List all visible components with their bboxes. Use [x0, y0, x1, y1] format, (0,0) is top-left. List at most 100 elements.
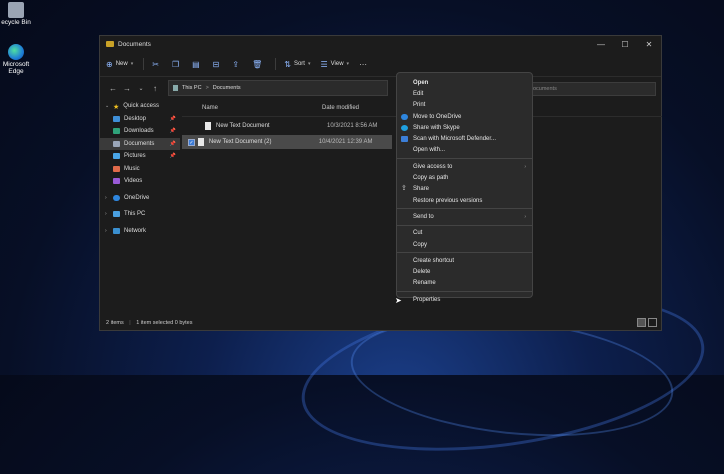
chevron-right-icon: › — [105, 227, 107, 234]
title-bar[interactable]: Documents — ☐ ✕ — [100, 36, 661, 52]
paste-button[interactable]: ▤ — [192, 60, 203, 69]
column-date-modified[interactable]: Date modified — [312, 105, 386, 111]
paste-icon: ▤ — [192, 59, 200, 69]
share-icon: ⇪ — [401, 185, 407, 193]
menu-item-print[interactable]: Print — [397, 100, 532, 111]
desktop-icon-edge[interactable]: Microsoft Edge — [0, 44, 32, 76]
view-label: View — [330, 61, 344, 67]
sort-button[interactable]: ⇅ Sort ▾ — [284, 60, 310, 69]
rename-icon: ⊟ — [212, 59, 220, 69]
breadcrumb-this-pc[interactable]: This PC — [182, 85, 202, 91]
status-selection: 1 item selected 0 bytes — [136, 320, 193, 326]
menu-item-open-with[interactable]: Open with... — [397, 145, 532, 156]
file-name: New Text Document — [216, 123, 270, 129]
table-row[interactable]: ✓ New Text Document (2) 10/4/2021 12:39 … — [182, 135, 392, 149]
desktop-icon-recycle-bin[interactable]: ecycle Bin — [0, 2, 32, 27]
menu-item-create-shortcut[interactable]: Create shortcut — [397, 255, 532, 266]
menu-item-give-access-to[interactable]: Give access to › — [397, 161, 532, 172]
new-button[interactable]: ⊕ New ▾ — [106, 60, 133, 69]
chevron-down-icon: ⌄ — [105, 103, 110, 110]
menu-item-restore-previous-versions[interactable]: Restore previous versions — [397, 195, 532, 206]
menu-divider — [397, 224, 532, 226]
pin-icon: 📌 — [169, 128, 176, 135]
recycle-bin-icon — [8, 2, 24, 18]
navigation-pane: ⌄ ★ Quick access Desktop 📌 Downloads 📌 D… — [100, 100, 180, 237]
chevron-right-icon: › — [105, 194, 107, 201]
share-button[interactable]: ⇪ — [232, 60, 242, 69]
sort-label: Sort — [293, 61, 305, 67]
sidebar-item-this-pc[interactable]: › This PC — [100, 208, 180, 221]
menu-item-delete[interactable]: Delete — [397, 266, 532, 277]
menu-divider — [397, 158, 532, 160]
file-name: New Text Document (2) — [208, 139, 272, 145]
breadcrumb-documents[interactable]: Documents — [213, 85, 241, 91]
menu-item-share-with-skype[interactable]: Share with Skype — [397, 122, 532, 133]
menu-item-share[interactable]: ⇪ Share — [397, 184, 532, 195]
menu-item-edit[interactable]: Edit — [397, 88, 532, 99]
cut-button[interactable]: ✂ — [152, 60, 162, 69]
sidebar-item-label: Network — [124, 227, 147, 234]
search-input[interactable]: Documents — [520, 82, 656, 96]
back-button[interactable]: ← — [106, 84, 120, 93]
skype-icon — [401, 124, 408, 131]
rename-button[interactable]: ⊟ — [213, 60, 223, 69]
forward-button[interactable]: → — [120, 84, 134, 93]
sidebar-item-music[interactable]: Music — [100, 163, 180, 176]
shield-icon — [401, 136, 408, 143]
sidebar-item-label: Documents — [124, 140, 155, 147]
sidebar-item-downloads[interactable]: Downloads 📌 — [100, 125, 180, 138]
sidebar-item-desktop[interactable]: Desktop 📌 — [100, 113, 180, 126]
menu-item-cut[interactable]: Cut — [397, 228, 532, 239]
chevron-right-icon: › — [524, 163, 526, 170]
chevron-down-icon: ▾ — [346, 61, 350, 67]
checkbox-checked-icon[interactable]: ✓ — [188, 138, 195, 146]
menu-item-scan-defender[interactable]: Scan with Microsoft Defender... — [397, 133, 532, 144]
minimize-button[interactable]: — — [589, 40, 613, 49]
address-bar[interactable]: This PC > Documents — [168, 80, 388, 96]
more-icon: ··· — [359, 59, 368, 69]
window-title: Documents — [118, 40, 151, 48]
menu-item-copy[interactable]: Copy — [397, 239, 532, 250]
menu-item-copy-as-path[interactable]: Copy as path — [397, 172, 532, 183]
sidebar-item-label: Quick access — [123, 103, 159, 110]
maximize-button[interactable]: ☐ — [613, 40, 637, 49]
breadcrumb-separator: > — [205, 85, 209, 91]
sidebar-item-videos[interactable]: Videos — [100, 175, 180, 188]
menu-item-properties[interactable]: Properties — [397, 294, 532, 305]
recent-locations-button[interactable]: ⌄ — [134, 85, 148, 92]
details-view-button[interactable] — [637, 318, 646, 327]
menu-item-send-to[interactable]: Send to › — [397, 211, 532, 222]
more-options-button[interactable]: ··· — [359, 60, 367, 69]
share-icon: ⇪ — [232, 59, 240, 69]
menu-item-rename[interactable]: Rename — [397, 278, 532, 289]
copy-button[interactable]: ❐ — [172, 60, 182, 69]
sidebar-item-label: This PC — [124, 211, 146, 218]
new-label: New — [115, 61, 128, 67]
sidebar-item-network[interactable]: › Network — [100, 225, 180, 238]
sidebar-item-documents[interactable]: Documents 📌 — [100, 137, 180, 150]
sidebar-item-label: Videos — [124, 178, 143, 185]
divider — [143, 58, 145, 70]
pin-icon: 📌 — [169, 140, 176, 147]
sidebar-item-label: OneDrive — [124, 194, 150, 201]
sort-icon: ⇅ — [284, 59, 291, 69]
delete-button[interactable]: 🗑 — [252, 60, 265, 69]
sidebar-item-quick-access[interactable]: ⌄ ★ Quick access — [100, 100, 180, 113]
divider — [275, 58, 277, 70]
star-icon: ★ — [113, 104, 120, 112]
file-date: 10/3/2021 8:56 AM — [327, 123, 378, 129]
close-button[interactable]: ✕ — [637, 40, 661, 49]
sidebar-item-label: Downloads — [124, 128, 154, 135]
desktop-icon-label: Edge — [8, 67, 24, 75]
view-button[interactable]: ☰ View ▾ — [320, 60, 349, 69]
sidebar-item-onedrive[interactable]: › OneDrive — [100, 192, 180, 205]
sidebar-item-pictures[interactable]: Pictures 📌 — [100, 150, 180, 163]
column-name[interactable]: Name — [182, 105, 312, 111]
context-menu: Open Edit Print Move to OneDrive Share w… — [396, 72, 533, 303]
trash-icon: 🗑 — [252, 59, 263, 69]
tiles-view-button[interactable] — [648, 318, 657, 327]
up-button[interactable]: ↑ — [148, 84, 162, 93]
menu-item-open[interactable]: Open — [397, 77, 532, 88]
network-icon — [113, 227, 120, 234]
menu-item-move-to-onedrive[interactable]: Move to OneDrive — [397, 111, 532, 122]
